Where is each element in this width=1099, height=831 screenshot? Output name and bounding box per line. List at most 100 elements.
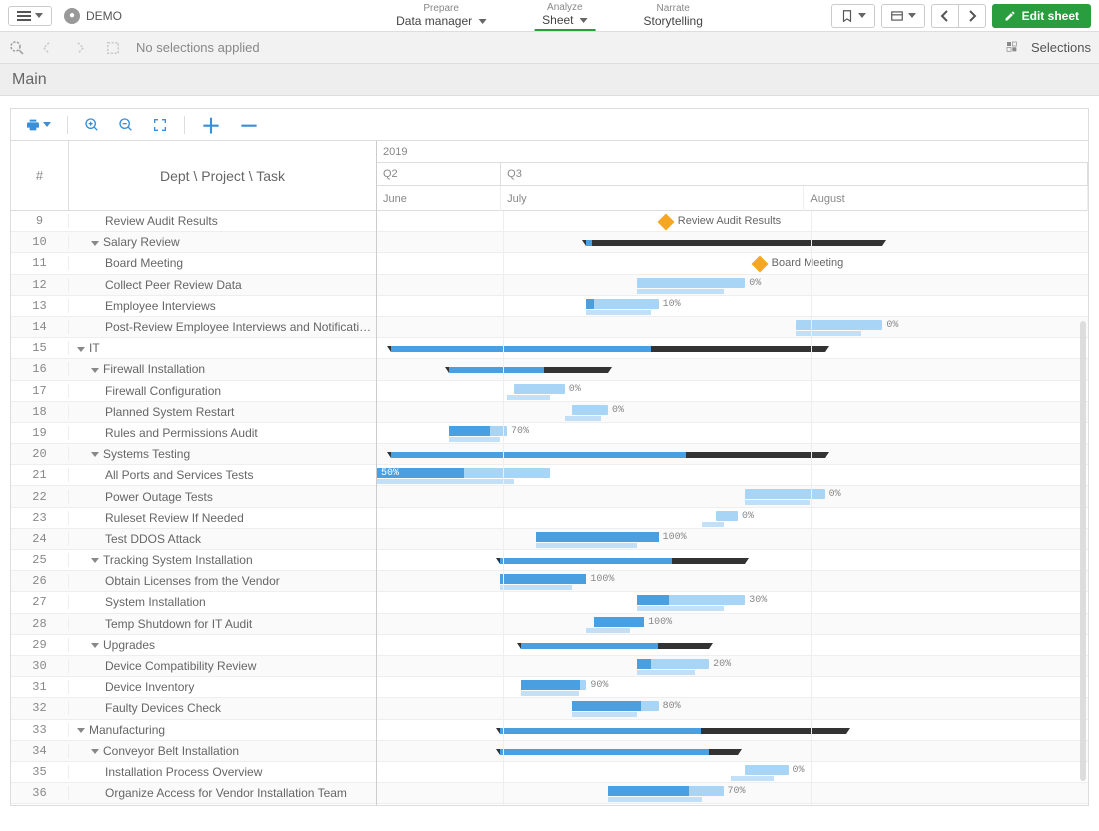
gantt-row[interactable]: 80% xyxy=(377,698,1088,719)
task-bar[interactable] xyxy=(586,299,658,309)
table-row[interactable]: 18Planned System Restart xyxy=(11,402,376,423)
expand-caret-icon[interactable] xyxy=(91,368,99,373)
table-row[interactable]: 27System Installation xyxy=(11,592,376,613)
task-bar[interactable] xyxy=(536,532,659,542)
edit-sheet-button[interactable]: Edit sheet xyxy=(992,4,1091,28)
next-sheet-button[interactable] xyxy=(958,4,986,28)
print-button[interactable] xyxy=(19,115,57,135)
task-bar[interactable] xyxy=(377,468,550,478)
table-row[interactable]: 34Conveyor Belt Installation xyxy=(11,741,376,762)
gantt-row[interactable]: 50% xyxy=(377,465,1088,486)
task-bar[interactable] xyxy=(572,405,608,415)
table-row[interactable]: 13Employee Interviews xyxy=(11,296,376,317)
expand-caret-icon[interactable] xyxy=(91,452,99,457)
step-forward-icon[interactable] xyxy=(72,39,90,57)
summary-bar[interactable] xyxy=(500,728,847,734)
table-row[interactable]: 9Review Audit Results xyxy=(11,211,376,232)
bookmark-button[interactable] xyxy=(831,4,875,28)
step-back-icon[interactable] xyxy=(40,39,58,57)
smart-search-icon[interactable] xyxy=(8,39,26,57)
table-row[interactable]: 21All Ports and Services Tests xyxy=(11,465,376,486)
expand-all-button[interactable]: ＋ xyxy=(195,108,227,141)
selections-tool-icon[interactable] xyxy=(1005,40,1021,56)
table-row[interactable]: 26Obtain Licenses from the Vendor xyxy=(11,571,376,592)
task-bar[interactable] xyxy=(500,574,587,584)
expand-caret-icon[interactable] xyxy=(77,728,85,733)
gantt-row[interactable] xyxy=(377,338,1088,359)
summary-bar[interactable] xyxy=(521,643,709,649)
gantt-row[interactable]: 20% xyxy=(377,656,1088,677)
gantt-row[interactable]: 70% xyxy=(377,783,1088,804)
vertical-scrollbar[interactable] xyxy=(1080,321,1086,781)
task-bar[interactable] xyxy=(637,659,709,669)
table-row[interactable]: 36Organize Access for Vendor Installatio… xyxy=(11,783,376,804)
nav-prepare[interactable]: Prepare Data manager xyxy=(388,1,494,30)
expand-caret-icon[interactable] xyxy=(91,558,99,563)
task-bar[interactable] xyxy=(745,765,788,775)
zoom-in-button[interactable] xyxy=(78,115,106,135)
nav-analyze[interactable]: Analyze Sheet xyxy=(534,0,595,31)
table-row[interactable]: 11Board Meeting xyxy=(11,253,376,274)
table-row[interactable]: 10Salary Review xyxy=(11,232,376,253)
gantt-row[interactable]: 0% xyxy=(377,508,1088,529)
gantt-row[interactable]: 30% xyxy=(377,592,1088,613)
task-bar[interactable] xyxy=(796,320,883,330)
task-bar[interactable] xyxy=(716,511,738,521)
table-row[interactable]: 12Collect Peer Review Data xyxy=(11,275,376,296)
gantt-row[interactable] xyxy=(377,720,1088,741)
gantt-row[interactable]: 100% xyxy=(377,571,1088,592)
task-bar[interactable] xyxy=(637,278,745,288)
zoom-out-button[interactable] xyxy=(112,115,140,135)
table-row[interactable]: 31Device Inventory xyxy=(11,677,376,698)
table-row[interactable]: 28Temp Shutdown for IT Audit xyxy=(11,614,376,635)
task-bar[interactable] xyxy=(572,701,659,711)
expand-caret-icon[interactable] xyxy=(91,749,99,754)
table-row[interactable]: 25Tracking System Installation xyxy=(11,550,376,571)
summary-bar[interactable] xyxy=(500,558,745,564)
expand-caret-icon[interactable] xyxy=(91,241,99,246)
gantt-row[interactable]: 0% xyxy=(377,762,1088,783)
gantt-row[interactable] xyxy=(377,444,1088,465)
prev-sheet-button[interactable] xyxy=(931,4,958,28)
table-row[interactable]: 14Post-Review Employee Interviews and No… xyxy=(11,317,376,338)
task-bar[interactable] xyxy=(521,680,586,690)
menu-button[interactable] xyxy=(8,6,52,26)
table-row[interactable]: 33Manufacturing xyxy=(11,720,376,741)
task-bar[interactable] xyxy=(449,426,507,436)
table-row[interactable]: 35Installation Process Overview xyxy=(11,762,376,783)
nav-narrate[interactable]: Narrate Storytelling xyxy=(636,1,711,30)
clear-selection-icon[interactable] xyxy=(104,39,122,57)
table-row[interactable]: 16Firewall Installation xyxy=(11,359,376,380)
gantt-row[interactable]: 10% xyxy=(377,296,1088,317)
summary-bar[interactable] xyxy=(500,749,738,755)
column-header-task[interactable]: Dept \ Project \ Task xyxy=(69,141,376,210)
summary-bar[interactable] xyxy=(586,240,882,246)
gantt-row[interactable]: Board Meeting xyxy=(377,253,1088,274)
gantt-row[interactable]: 100% xyxy=(377,529,1088,550)
collapse-all-button[interactable]: － xyxy=(233,108,265,141)
table-row[interactable]: 29Upgrades xyxy=(11,635,376,656)
selections-label[interactable]: Selections xyxy=(1031,40,1091,55)
gantt-row[interactable] xyxy=(377,550,1088,571)
table-row[interactable]: 22Power Outage Tests xyxy=(11,486,376,507)
summary-bar[interactable] xyxy=(391,452,824,458)
gantt-row[interactable]: 0% xyxy=(377,381,1088,402)
table-row[interactable]: 17Firewall Configuration xyxy=(11,381,376,402)
table-row[interactable]: 24Test DDOS Attack xyxy=(11,529,376,550)
table-row[interactable]: 23Ruleset Review If Needed xyxy=(11,508,376,529)
summary-bar[interactable] xyxy=(391,346,824,352)
sheets-button[interactable] xyxy=(881,4,925,28)
task-bar[interactable] xyxy=(594,617,645,627)
summary-bar[interactable] xyxy=(449,367,608,373)
gantt-row[interactable]: 90% xyxy=(377,677,1088,698)
task-bar[interactable] xyxy=(745,489,824,499)
table-row[interactable]: 30Device Compatibility Review xyxy=(11,656,376,677)
gantt-row[interactable]: 0% xyxy=(377,275,1088,296)
gantt-row[interactable]: 0% xyxy=(377,402,1088,423)
zoom-fit-button[interactable] xyxy=(146,115,174,135)
expand-caret-icon[interactable] xyxy=(91,643,99,648)
table-row[interactable]: 32Faulty Devices Check xyxy=(11,698,376,719)
milestone-marker[interactable] xyxy=(751,256,768,273)
gantt-row[interactable] xyxy=(377,741,1088,762)
task-bar[interactable] xyxy=(608,786,724,796)
